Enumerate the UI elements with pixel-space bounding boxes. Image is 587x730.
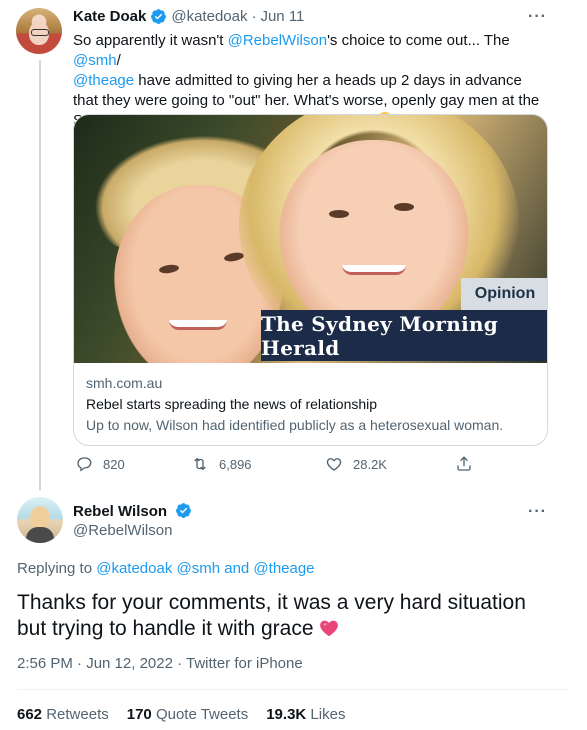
separator-dot: · — [251, 8, 257, 25]
more-options-icon[interactable]: ··· — [528, 8, 547, 26]
quote-tweets-count: 170 — [126, 706, 152, 723]
card-domain: smh.com.au — [86, 375, 163, 391]
tweet-text-part: 's choice to come out... The — [327, 32, 510, 49]
author-handle[interactable]: @RebelWilson — [73, 522, 172, 539]
quote-tweets-stat[interactable]: 170 Quote Tweets — [127, 706, 248, 723]
retweet-count: 6,896 — [219, 456, 252, 472]
share-button[interactable] — [455, 455, 473, 473]
reply-text-body: Thanks for your comments, it was a very … — [17, 591, 526, 640]
replying-to: Replying to @katedoak @smh and @theage — [17, 560, 315, 577]
opinion-label: Opinion — [461, 278, 547, 310]
heart-icon — [326, 458, 342, 471]
retweets-label: Retweets — [46, 706, 109, 723]
mention-link[interactable]: @RebelWilson — [228, 32, 327, 49]
tweet-text-part: So apparently it wasn't — [73, 32, 228, 49]
retweet-icon — [194, 457, 206, 471]
mention-link[interactable]: @smh — [73, 52, 117, 69]
article-image: Opinion The Sydney Morning Herald — [74, 115, 547, 363]
link-preview-card[interactable]: Opinion The Sydney Morning Herald smh.co… — [73, 114, 548, 446]
thread-connector-line — [39, 60, 41, 490]
reply-header: Rebel Wilson — [73, 502, 196, 522]
card-description: Up to now, Wilson had identified publicl… — [86, 417, 504, 433]
card-title: Rebel starts spreading the news of relat… — [86, 396, 378, 412]
tweet-text-part: / — [116, 52, 121, 69]
heart-emoji-icon — [320, 620, 339, 637]
replying-prefix: Replying to — [17, 560, 97, 577]
reply-icon — [77, 457, 92, 472]
photo-shape — [329, 210, 349, 218]
retweets-count: 662 — [17, 706, 43, 723]
divider — [17, 689, 570, 690]
tweet-date[interactable]: Jun 11 — [260, 8, 304, 25]
card-meta: smh.com.au Rebel starts spreading the ne… — [86, 373, 535, 436]
quote-tweets-label: Quote Tweets — [155, 706, 249, 723]
more-options-icon[interactable]: ··· — [528, 503, 547, 521]
reply-count: 820 — [103, 456, 125, 472]
share-icon — [457, 456, 471, 471]
verified-badge-icon — [151, 9, 167, 24]
replying-to-mentions[interactable]: @katedoak @smh and @theage — [96, 560, 314, 577]
likes-stat[interactable]: 19.3K Likes — [266, 706, 345, 723]
likes-count: 19.3K — [266, 706, 307, 723]
verified-badge-icon — [176, 503, 192, 518]
tweet-actions: 820 6,896 28.2K — [73, 455, 493, 479]
retweet-button[interactable]: 6,896 — [191, 455, 252, 473]
avatar[interactable] — [17, 497, 63, 543]
mention-link[interactable]: @theage — [73, 72, 134, 89]
newspaper-masthead: The Sydney Morning Herald — [261, 310, 547, 361]
avatar[interactable] — [16, 8, 62, 54]
likes-label: Likes — [310, 706, 346, 723]
photo-shape — [342, 265, 406, 275]
author-name[interactable]: Kate Doak — [73, 8, 146, 25]
tweet-header: Kate Doak @katedoak · Jun 11 — [73, 8, 304, 25]
retweets-stat[interactable]: 662 Retweets — [17, 706, 109, 723]
engagement-stats: 662 Retweets 170 Quote Tweets 19.3K Like… — [17, 706, 345, 723]
reply-text: Thanks for your comments, it was a very … — [17, 590, 557, 642]
like-button[interactable]: 28.2K — [325, 455, 387, 473]
tweet-timestamp[interactable]: 2:56 PM · Jun 12, 2022 · Twitter for iPh… — [17, 655, 303, 672]
like-count: 28.2K — [353, 456, 387, 472]
photo-shape — [169, 320, 227, 330]
photo-shape — [394, 203, 414, 211]
author-handle[interactable]: @katedoak — [171, 8, 247, 25]
reply-button[interactable]: 820 — [75, 455, 125, 473]
author-name[interactable]: Rebel Wilson — [73, 503, 167, 520]
